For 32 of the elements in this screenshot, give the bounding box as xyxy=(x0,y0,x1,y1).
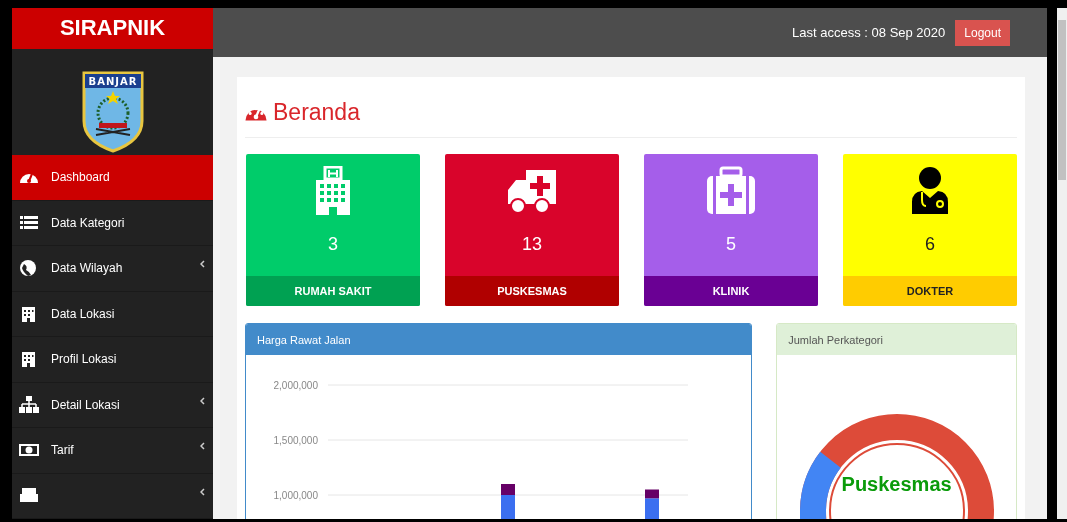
stat-count: 3 xyxy=(328,234,338,255)
axis-tick-label: 2,000,000 xyxy=(273,380,318,391)
axis-tick-label: 1,500,000 xyxy=(273,435,318,446)
panel-title: Harga Rawat Jalan xyxy=(246,324,752,355)
stat-label: PUSKESMAS xyxy=(445,276,619,306)
regency-emblem-icon: BANJAR xyxy=(81,70,144,153)
sidebar-item-label: Tarif xyxy=(51,443,74,458)
last-access-text: Last access : 08 Sep 2020 xyxy=(792,25,946,40)
sitemap-icon xyxy=(19,395,39,414)
donut-center-label: Puskesmas xyxy=(840,473,953,496)
sidebar-item-label: Data Lokasi xyxy=(51,306,115,321)
sidebar-item-label: Data Wilayah xyxy=(51,261,123,276)
sidebar-item[interactable]: Data Wilayah xyxy=(12,246,213,292)
brand-title: SIRAPNIK xyxy=(12,8,213,49)
stat-count: 5 xyxy=(726,234,736,255)
sidebar-item-label: Dashboard xyxy=(51,170,110,185)
list-icon xyxy=(19,213,39,232)
panel-title: Jumlah Perkategori xyxy=(777,324,1016,355)
stat-label: KLINIK xyxy=(644,276,818,306)
axis-tick-label: 1,000,000 xyxy=(273,490,318,501)
scrollbar[interactable] xyxy=(1057,8,1067,519)
sidebar-item[interactable]: Dashboard xyxy=(12,155,213,201)
stat-label: DOKTER xyxy=(843,276,1017,306)
sidebar-item-label: Detail Lokasi xyxy=(51,397,120,412)
stat-count: 6 xyxy=(925,234,935,255)
sidebar-item-label: Profil Lokasi xyxy=(51,352,117,367)
stat-count: 13 xyxy=(522,234,542,255)
page-title: Beranda xyxy=(273,99,360,126)
sidebar-item-label: Data Kategori xyxy=(51,215,125,230)
sidebar-item[interactable]: Tarif xyxy=(12,428,213,474)
stat-label: RUMAH SAKIT xyxy=(246,276,420,306)
logout-button[interactable]: Logout xyxy=(955,19,1010,46)
